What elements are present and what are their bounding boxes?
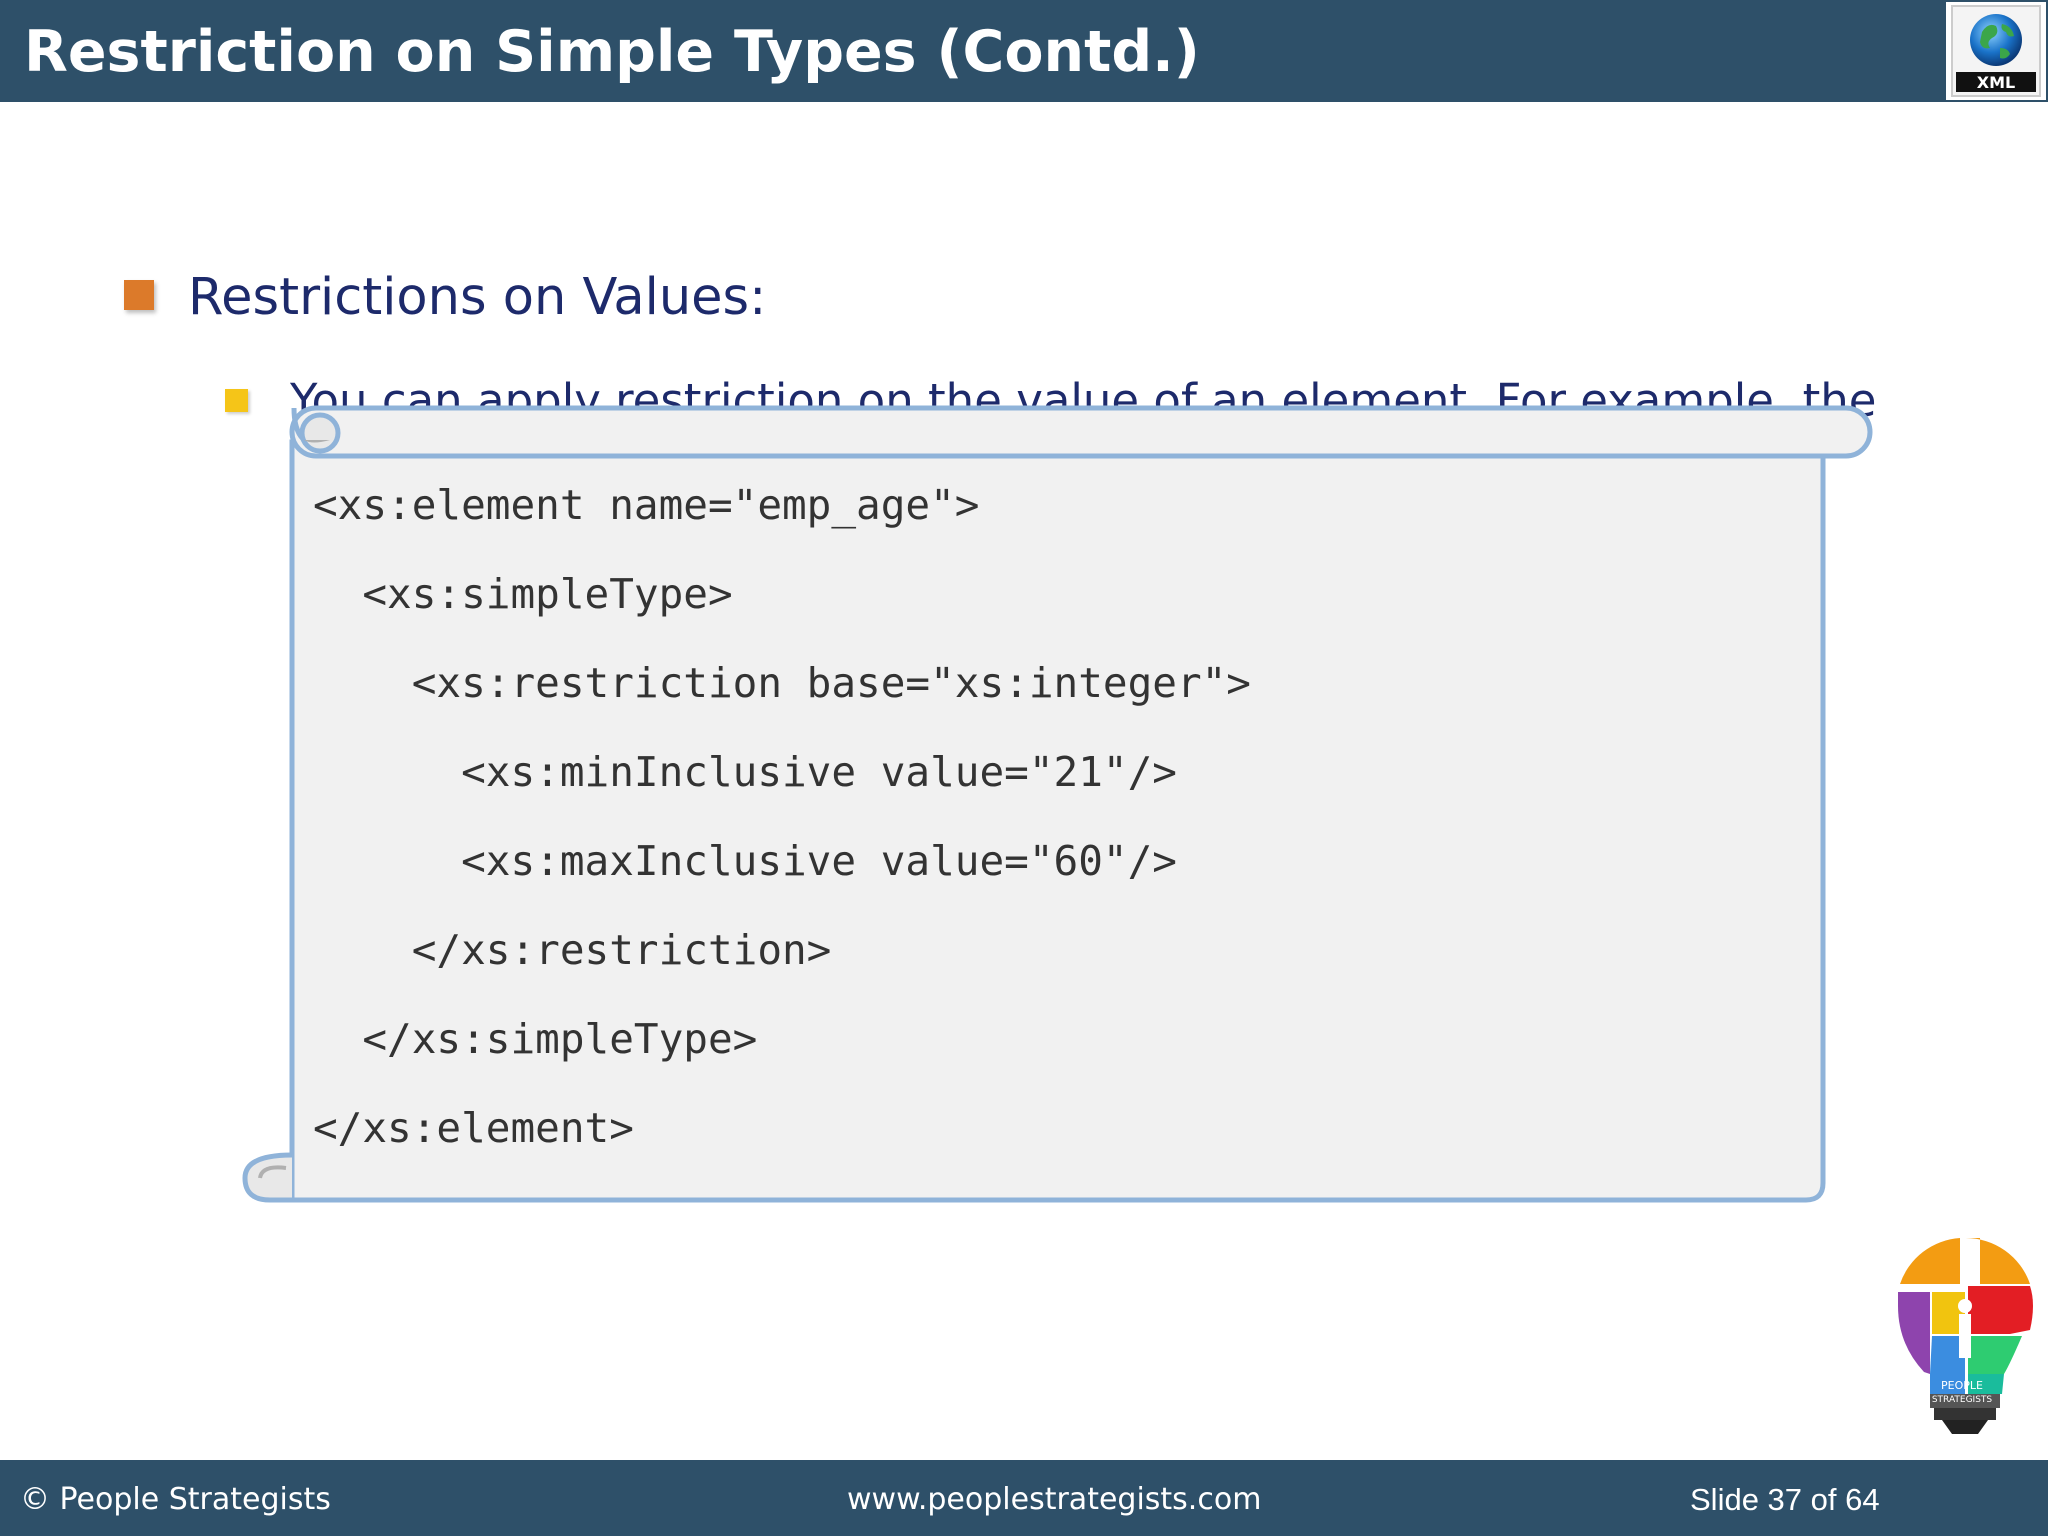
code-line: </xs:restriction>: [313, 926, 832, 974]
logo-text-1: PEOPLE: [1941, 1379, 1983, 1392]
footer-website: www.peoplestrategists.com: [847, 1482, 1262, 1517]
code-line: <xs:simpleType>: [313, 570, 733, 618]
slide-number: Slide 37 of 64: [1690, 1482, 1880, 1517]
logo-text-2: STRATEGISTS: [1932, 1395, 1993, 1405]
code-line: </xs:simpleType>: [313, 1015, 758, 1063]
code-line: <xs:restriction base="xs:integer">: [313, 659, 1251, 707]
code-line: </xs:element>: [313, 1104, 634, 1152]
footer-copyright: © People Strategists: [20, 1482, 331, 1517]
code-line: <xs:element name="emp_age">: [313, 481, 980, 529]
people-strategists-logo: PEOPLE STRATEGISTS: [1895, 1236, 2035, 1434]
code-line: <xs:maxInclusive value="60"/>: [313, 837, 1177, 885]
footer-bar: © People Strategists www.peoplestrategis…: [0, 1460, 2048, 1536]
code-line: <xs:minInclusive value="21"/>: [313, 748, 1177, 796]
